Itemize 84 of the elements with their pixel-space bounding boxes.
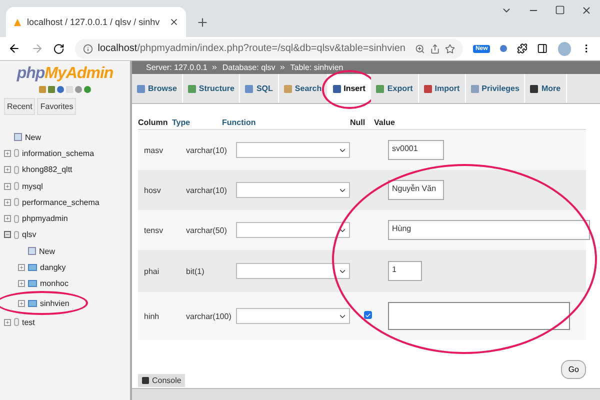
extension-icon[interactable]: [500, 45, 507, 52]
expand-icon[interactable]: [18, 264, 25, 272]
null-checkbox[interactable]: [364, 311, 372, 320]
value-input[interactable]: sv0001: [388, 140, 444, 160]
expand-icon[interactable]: [4, 150, 11, 157]
database-icon: [14, 318, 19, 326]
column-header: Value: [374, 118, 396, 127]
expand-icon[interactable]: [4, 182, 11, 190]
share-icon[interactable]: [430, 44, 440, 54]
console-tab[interactable]: Console: [138, 374, 186, 387]
expand-icon[interactable]: [4, 166, 11, 174]
column-name: masv: [144, 146, 164, 154]
value-textarea[interactable]: [388, 302, 570, 330]
new-tab-icon[interactable]: [196, 16, 209, 29]
expand-icon[interactable]: [4, 215, 11, 222]
tree-item[interactable]: khong882_qltt: [22, 165, 72, 174]
tree-item[interactable]: mysql: [22, 182, 43, 191]
tree-item[interactable]: qlsv: [22, 230, 36, 240]
sidebar-tab[interactable]: Recent: [4, 98, 36, 115]
sidebar-tab[interactable]: Favorites: [37, 98, 76, 115]
column-type: varchar(100): [186, 312, 232, 320]
column-type: varchar(50): [186, 226, 228, 234]
function-select[interactable]: [236, 222, 350, 238]
tree-item[interactable]: phpmyadmin: [22, 214, 68, 224]
close-icon[interactable]: [169, 17, 179, 27]
breadcrumb-link[interactable]: Server: 127.0.0.1: [146, 63, 208, 72]
value-input[interactable]: Hùng: [388, 220, 590, 240]
function-select[interactable]: [236, 182, 350, 198]
function-select[interactable]: [236, 308, 350, 324]
tab-title: localhost / 127.0.0.1 / qlsv / sinhv: [27, 17, 161, 27]
table-icon: [28, 300, 37, 307]
column-header: Null: [350, 118, 366, 127]
breadcrumb-link[interactable]: Database: qlsv: [222, 63, 276, 72]
tree-item[interactable]: performance_schema: [22, 198, 100, 207]
column-name: tensv: [144, 226, 164, 234]
expand-icon[interactable]: [4, 318, 11, 326]
sail-logo-icon: [13, 18, 22, 26]
back-icon[interactable]: [8, 42, 21, 55]
column-name: hinh: [144, 312, 160, 320]
breadcrumb-link[interactable]: Table: sinhvien: [290, 63, 344, 72]
bookmark-star-icon[interactable]: [445, 44, 456, 54]
tree-item[interactable]: dangky: [40, 263, 66, 272]
expand-icon[interactable]: [4, 198, 11, 206]
browser-tab[interactable]: localhost / 127.0.0.1 / qlsv / sinhv: [6, 7, 186, 37]
expand-icon[interactable]: [18, 280, 25, 288]
column-name: phai: [144, 266, 160, 276]
nav-tab[interactable]: Privileges: [466, 74, 526, 103]
value-input[interactable]: 1: [388, 261, 422, 281]
column-header: Function: [222, 118, 257, 127]
column-type: varchar(10): [186, 146, 228, 154]
column-type: varchar(10): [186, 186, 228, 194]
function-select[interactable]: [236, 263, 350, 279]
separator-icon: [211, 64, 218, 71]
column-header: Column: [138, 118, 169, 127]
function-select[interactable]: [236, 142, 350, 158]
tree-item[interactable]: sinhvien: [40, 298, 70, 308]
column-name: hosv: [144, 186, 162, 194]
expand-icon[interactable]: [18, 300, 25, 307]
tree-item[interactable]: information_schema: [22, 148, 94, 158]
nav-tab[interactable]: Export: [371, 74, 419, 103]
address-bar[interactable]: localhost/phpmyadmin/index.php?route=/sql&db=qlsv&table=sinhvien: [74, 38, 464, 58]
info-icon[interactable]: [82, 44, 93, 54]
tree-item[interactable]: New: [25, 132, 42, 142]
value-input[interactable]: Nguyễn Văn: [388, 180, 444, 200]
tree-item[interactable]: New: [39, 246, 56, 256]
nav-tab[interactable]: Insert: [328, 74, 372, 103]
horizontal-scrollbar[interactable]: [132, 388, 600, 400]
side-panel-icon[interactable]: [537, 43, 548, 54]
zoom-icon[interactable]: [415, 44, 426, 54]
separator-icon: [279, 64, 286, 71]
new-icon: [28, 247, 36, 256]
maximize-icon[interactable]: [555, 5, 565, 15]
column-type: bit(1): [186, 266, 206, 276]
avatar[interactable]: [558, 42, 572, 56]
new-icon: [14, 133, 22, 142]
phpmyadmin-logo[interactable]: phpMyAdmin: [4, 65, 126, 83]
forward-icon[interactable]: [30, 42, 44, 55]
close-icon[interactable]: [581, 5, 592, 16]
column-header: Type: [172, 118, 192, 127]
extensions-icon[interactable]: [516, 43, 528, 54]
go-button[interactable]: Go: [561, 360, 586, 379]
collapse-icon[interactable]: [4, 231, 11, 238]
tree-item[interactable]: monhoc: [40, 279, 68, 288]
tree-item[interactable]: test: [22, 318, 35, 327]
